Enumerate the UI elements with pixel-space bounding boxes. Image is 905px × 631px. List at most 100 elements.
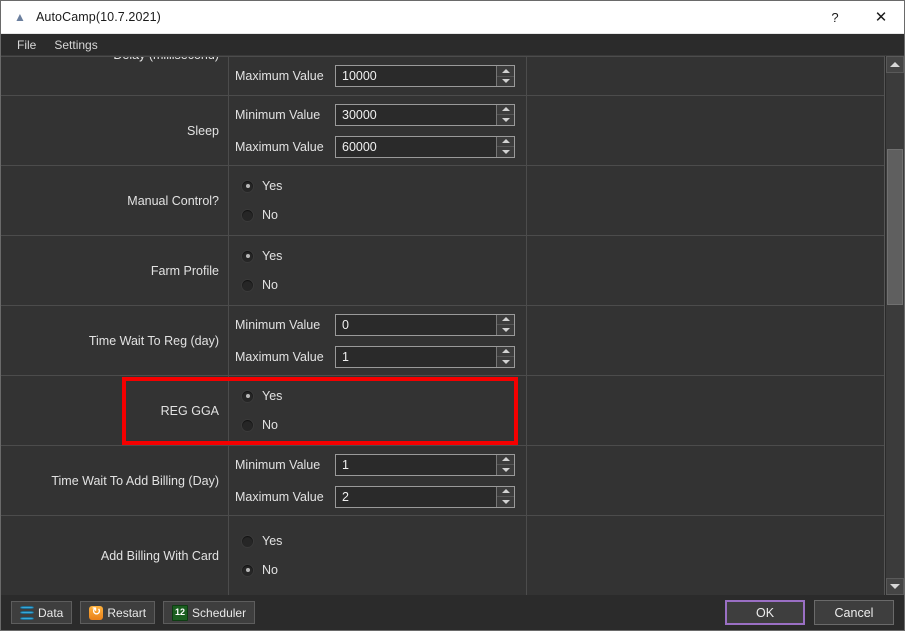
radio-button-icon[interactable]	[241, 534, 254, 548]
settings-row-manual-control: Manual Control? Yes No	[1, 166, 884, 236]
data-button-label: Data	[38, 605, 64, 620]
radio-option-yes[interactable]: Yes	[241, 527, 526, 556]
row-fields-reg-gga: Yes No	[229, 376, 527, 445]
title-bar: ▲ AutoCamp(10.7.2021) ? ✕	[1, 1, 904, 34]
field-line: Maximum Value 2	[235, 483, 526, 511]
spinner-down-icon[interactable]	[497, 115, 514, 125]
spinner-up-icon[interactable]	[497, 315, 514, 325]
menu-bar: File Settings	[1, 34, 904, 56]
spinner-delay-milliseconds-0[interactable]: 10000	[335, 65, 515, 87]
window-title: AutoCamp(10.7.2021)	[36, 10, 161, 24]
restart-button[interactable]: ↻ Restart	[80, 601, 156, 624]
spinner-down-icon[interactable]	[497, 325, 514, 335]
radio-option-no[interactable]: No	[241, 201, 526, 230]
radio-option-label: No	[262, 418, 278, 432]
spinner-buttons[interactable]	[496, 486, 514, 507]
radio-group-reg-gga: Yes No	[235, 382, 526, 440]
spinner-buttons[interactable]	[496, 104, 514, 125]
scroll-up-button[interactable]	[886, 56, 904, 73]
spinner-time-wait-to-reg-day-1[interactable]: 1	[335, 345, 515, 368]
radio-button-icon[interactable]	[241, 179, 254, 193]
spinner-buttons[interactable]	[496, 66, 514, 86]
spinner-down-icon[interactable]	[497, 465, 514, 475]
spinner-value[interactable]: 60000	[336, 140, 496, 154]
radio-option-yes[interactable]: Yes	[241, 172, 526, 201]
spinner-value[interactable]: 1	[336, 350, 496, 364]
spinner-down-icon[interactable]	[497, 357, 514, 367]
spinner-value[interactable]: 1	[336, 458, 496, 472]
spinner-up-icon[interactable]	[497, 105, 514, 115]
radio-button-icon[interactable]	[241, 563, 254, 577]
radio-button-icon[interactable]	[241, 278, 254, 292]
radio-group-manual-control: Yes No	[235, 172, 526, 230]
radio-option-label: No	[262, 208, 278, 222]
help-button[interactable]: ?	[812, 1, 858, 33]
field-line: Minimum Value 1	[235, 451, 526, 479]
spinner-time-wait-to-add-billing-day-1[interactable]: 2	[335, 485, 515, 508]
radio-option-no[interactable]: No	[241, 556, 526, 585]
row-label-text: REG GGA	[160, 403, 219, 418]
row-label-text: Farm Profile	[150, 263, 219, 278]
row-label-add-billing-with-card: Add Billing With Card	[1, 516, 229, 595]
field-line: Minimum Value 30000	[235, 101, 526, 129]
dialog-buttons: OK Cancel	[716, 595, 894, 630]
spinner-down-icon[interactable]	[497, 497, 514, 507]
radio-button-icon[interactable]	[241, 249, 254, 263]
spinner-up-icon[interactable]	[497, 455, 514, 465]
spinner-value[interactable]: 2	[336, 490, 496, 504]
spinner-buttons[interactable]	[496, 346, 514, 367]
radio-option-label: Yes	[262, 389, 283, 403]
spinner-down-icon[interactable]	[497, 77, 514, 87]
radio-group-farm-profile: Yes No	[235, 242, 526, 300]
chevron-up-icon	[890, 62, 900, 67]
radio-button-icon[interactable]	[241, 418, 254, 432]
close-icon[interactable]: ✕	[858, 1, 904, 33]
row-extra-time-wait-to-reg-day	[527, 306, 884, 375]
field-label: Maximum Value	[235, 69, 324, 83]
spinner-up-icon[interactable]	[497, 66, 514, 77]
field-label: Minimum Value	[235, 457, 321, 472]
window-controls: ? ✕	[812, 1, 904, 33]
radio-option-no[interactable]: No	[241, 271, 526, 300]
radio-option-label: No	[262, 278, 278, 292]
spinner-time-wait-to-reg-day-0[interactable]: 0	[335, 313, 515, 336]
spinner-value[interactable]: 30000	[336, 108, 496, 122]
row-label-delay-milliseconds: Delay (millisecond)	[1, 57, 229, 95]
menu-item-settings[interactable]: Settings	[45, 36, 106, 54]
spinner-sleep-1[interactable]: 60000	[335, 135, 515, 158]
scheduler-button[interactable]: 12 Scheduler	[163, 601, 256, 624]
radio-button-icon[interactable]	[241, 208, 254, 222]
settings-row-farm-profile: Farm Profile Yes No	[1, 236, 884, 306]
radio-option-yes[interactable]: Yes	[241, 382, 526, 411]
radio-option-no[interactable]: No	[241, 411, 526, 440]
database-icon	[20, 605, 34, 620]
radio-button-icon[interactable]	[241, 389, 254, 403]
spinner-up-icon[interactable]	[497, 137, 514, 147]
row-label-time-wait-to-reg-day: Time Wait To Reg (day)	[1, 306, 229, 375]
spinner-up-icon[interactable]	[497, 487, 514, 497]
radio-option-label: Yes	[262, 249, 283, 263]
menu-item-file[interactable]: File	[8, 36, 45, 54]
scrollbar-thumb[interactable]	[887, 148, 903, 306]
row-label-text: Sleep	[187, 123, 219, 138]
spinner-time-wait-to-add-billing-day-0[interactable]: 1	[335, 453, 515, 476]
app-icon: ▲	[14, 10, 26, 24]
spinner-up-icon[interactable]	[497, 347, 514, 357]
scrollbar-track[interactable]	[886, 73, 904, 578]
row-label-text: Time Wait To Add Billing (Day)	[51, 473, 219, 488]
vertical-scrollbar[interactable]	[885, 56, 904, 595]
scheduler-button-label: Scheduler	[192, 605, 247, 620]
cancel-button[interactable]: Cancel	[814, 600, 894, 625]
radio-option-yes[interactable]: Yes	[241, 242, 526, 271]
spinner-sleep-0[interactable]: 30000	[335, 103, 515, 126]
spinner-buttons[interactable]	[496, 454, 514, 475]
spinner-buttons[interactable]	[496, 314, 514, 335]
data-button[interactable]: Data	[11, 601, 73, 624]
spinner-down-icon[interactable]	[497, 147, 514, 157]
spinner-buttons[interactable]	[496, 136, 514, 157]
ok-button[interactable]: OK	[725, 600, 805, 625]
spinner-value[interactable]: 0	[336, 318, 496, 332]
spinner-value[interactable]: 10000	[336, 69, 496, 83]
field-label: Minimum Value	[235, 107, 321, 122]
scroll-down-button[interactable]	[886, 578, 904, 595]
